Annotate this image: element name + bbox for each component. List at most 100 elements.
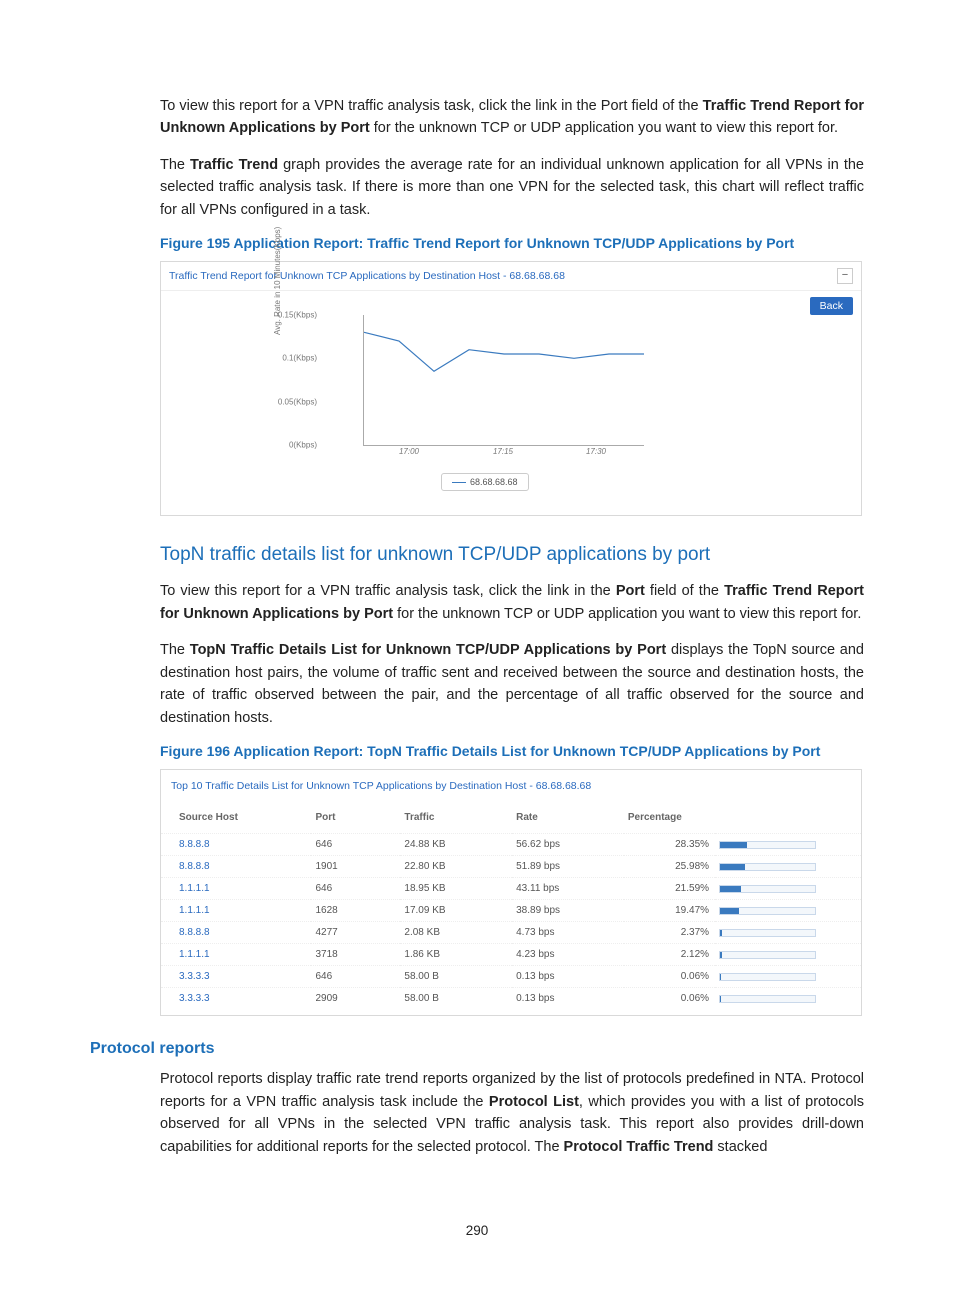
cell-rate: 0.13 bps — [512, 966, 624, 988]
cell-rate: 56.62 bps — [512, 834, 624, 856]
text: To view this report for a VPN traffic an… — [160, 583, 616, 599]
cell-percentage: 28.35% — [624, 834, 715, 856]
table-row: 8.8.8.842772.08 KB4.73 bps2.37% — [161, 922, 861, 944]
col-source-host: Source Host — [161, 806, 311, 834]
cell-source-host[interactable]: 1.1.1.1 — [161, 900, 311, 922]
cell-rate: 4.73 bps — [512, 922, 624, 944]
bold-protocol-traffic-trend: Protocol Traffic Trend — [564, 1139, 714, 1155]
cell-traffic: 17.09 KB — [400, 900, 512, 922]
cell-bar — [715, 988, 861, 1010]
cell-traffic: 1.86 KB — [400, 944, 512, 966]
col-rate: Rate — [512, 806, 624, 834]
heading-protocol-reports: Protocol reports — [90, 1040, 864, 1058]
bold-traffic-trend: Traffic Trend — [190, 157, 278, 173]
cell-traffic: 24.88 KB — [400, 834, 512, 856]
cell-percentage: 0.06% — [624, 966, 715, 988]
cell-percentage: 2.37% — [624, 922, 715, 944]
cell-traffic: 18.95 KB — [400, 878, 512, 900]
col-bar — [715, 806, 861, 834]
text: stacked — [713, 1139, 767, 1155]
text: for the unknown TCP or UDP application y… — [393, 606, 861, 622]
paragraph-topn-port-link: To view this report for a VPN traffic an… — [160, 580, 864, 625]
cell-bar — [715, 878, 861, 900]
table-row: 3.3.3.3290958.00 B0.13 bps0.06% — [161, 988, 861, 1010]
cell-source-host[interactable]: 8.8.8.8 — [161, 922, 311, 944]
cell-port: 646 — [311, 834, 400, 856]
xtick: 17:15 — [493, 447, 513, 456]
table-header-row: Source Host Port Traffic Rate Percentage — [161, 806, 861, 834]
text: To view this report for a VPN traffic an… — [160, 98, 703, 114]
cell-port: 4277 — [311, 922, 400, 944]
cell-bar — [715, 834, 861, 856]
cell-port: 1628 — [311, 900, 400, 922]
cell-traffic: 58.00 B — [400, 966, 512, 988]
panel-title: Traffic Trend Report for Unknown TCP App… — [169, 270, 565, 282]
text: field of the — [645, 583, 724, 599]
cell-bar — [715, 922, 861, 944]
chart-line-svg — [364, 315, 644, 445]
table-row: 1.1.1.164618.95 KB43.11 bps21.59% — [161, 878, 861, 900]
back-button[interactable]: Back — [810, 297, 853, 315]
paragraph-protocol-reports: Protocol reports display traffic rate tr… — [160, 1068, 864, 1158]
paragraph-topn-desc: The TopN Traffic Details List for Unknow… — [160, 639, 864, 729]
cell-source-host[interactable]: 8.8.8.8 — [161, 856, 311, 878]
chart-legend: 68.68.68.68 — [441, 473, 529, 491]
bold-port: Port — [616, 583, 645, 599]
table-row: 3.3.3.364658.00 B0.13 bps0.06% — [161, 966, 861, 988]
cell-traffic: 2.08 KB — [400, 922, 512, 944]
table-row: 8.8.8.8190122.80 KB51.89 bps25.98% — [161, 856, 861, 878]
ytick: 0.1(Kbps) — [282, 354, 317, 363]
text: for the unknown TCP or UDP application y… — [370, 120, 838, 136]
cell-source-host[interactable]: 1.1.1.1 — [161, 878, 311, 900]
cell-port: 646 — [311, 878, 400, 900]
chart-plot-area — [363, 315, 644, 446]
cell-bar — [715, 966, 861, 988]
cell-percentage: 2.12% — [624, 944, 715, 966]
xtick: 17:00 — [399, 447, 419, 456]
cell-bar — [715, 856, 861, 878]
legend-label: 68.68.68.68 — [470, 477, 518, 487]
cell-rate: 4.23 bps — [512, 944, 624, 966]
bold-protocol-list: Protocol List — [489, 1094, 579, 1110]
col-percentage: Percentage — [624, 806, 715, 834]
text: The — [160, 642, 190, 658]
cell-rate: 38.89 bps — [512, 900, 624, 922]
cell-source-host[interactable]: 3.3.3.3 — [161, 988, 311, 1010]
table-row: 1.1.1.1162817.09 KB38.89 bps19.47% — [161, 900, 861, 922]
traffic-trend-chart: Avg. Rate in 10 Minutes(Kbps) 0(Kbps) 0.… — [281, 315, 741, 515]
cell-source-host[interactable]: 3.3.3.3 — [161, 966, 311, 988]
heading-topn-traffic-details: TopN traffic details list for unknown TC… — [160, 544, 864, 566]
page-number: 290 — [0, 1223, 954, 1238]
figure-195-caption: Figure 195 Application Report: Traffic T… — [160, 235, 864, 251]
col-port: Port — [311, 806, 400, 834]
cell-traffic: 58.00 B — [400, 988, 512, 1010]
table-row: 1.1.1.137181.86 KB4.23 bps2.12% — [161, 944, 861, 966]
ytick: 0(Kbps) — [289, 441, 317, 450]
topn-details-panel: Top 10 Traffic Details List for Unknown … — [160, 769, 862, 1016]
bold-topn-list: TopN Traffic Details List for Unknown TC… — [190, 642, 666, 658]
paragraph-vpn-port-link: To view this report for a VPN traffic an… — [160, 95, 864, 140]
cell-source-host[interactable]: 8.8.8.8 — [161, 834, 311, 856]
cell-percentage: 21.59% — [624, 878, 715, 900]
cell-percentage: 0.06% — [624, 988, 715, 1010]
cell-percentage: 19.47% — [624, 900, 715, 922]
xtick: 17:30 — [586, 447, 606, 456]
col-traffic: Traffic — [400, 806, 512, 834]
collapse-button[interactable]: − — [837, 268, 853, 284]
figure-196-caption: Figure 196 Application Report: TopN Traf… — [160, 743, 864, 759]
cell-bar — [715, 900, 861, 922]
cell-source-host[interactable]: 1.1.1.1 — [161, 944, 311, 966]
cell-rate: 43.11 bps — [512, 878, 624, 900]
traffic-trend-panel: Traffic Trend Report for Unknown TCP App… — [160, 261, 862, 516]
cell-port: 2909 — [311, 988, 400, 1010]
cell-rate: 0.13 bps — [512, 988, 624, 1010]
cell-bar — [715, 944, 861, 966]
cell-port: 3718 — [311, 944, 400, 966]
cell-port: 1901 — [311, 856, 400, 878]
ytick: 0.15(Kbps) — [278, 311, 317, 320]
ytick: 0.05(Kbps) — [278, 398, 317, 407]
text: The — [160, 157, 190, 173]
traffic-details-table: Source Host Port Traffic Rate Percentage… — [161, 806, 861, 1009]
cell-traffic: 22.80 KB — [400, 856, 512, 878]
paragraph-traffic-trend-desc: The Traffic Trend graph provides the ave… — [160, 154, 864, 221]
